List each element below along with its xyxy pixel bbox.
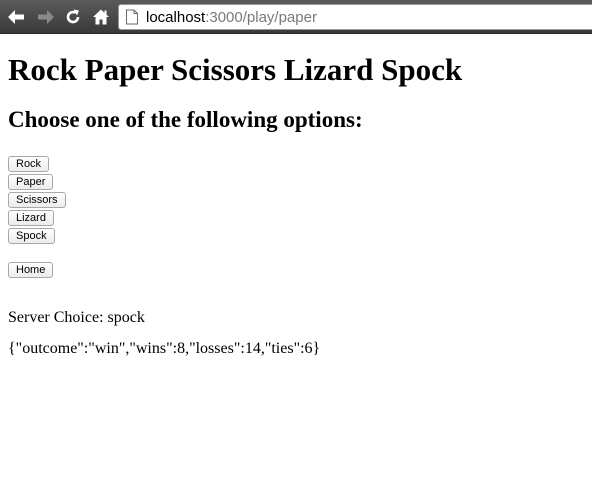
home-icon bbox=[93, 9, 109, 25]
reload-button[interactable] bbox=[63, 7, 83, 27]
page-subtitle: Choose one of the following options: bbox=[8, 107, 363, 132]
forward-button[interactable] bbox=[36, 7, 56, 27]
home-container: Home bbox=[8, 262, 54, 280]
address-bar[interactable]: localhost:3000/play/paper bbox=[118, 4, 592, 30]
spock-button[interactable]: Spock bbox=[8, 228, 55, 244]
server-choice-label: Server Choice: bbox=[8, 309, 108, 326]
arrow-right-icon bbox=[38, 10, 54, 24]
url-text: localhost:3000/play/paper bbox=[146, 9, 317, 26]
browser-toolbar: localhost:3000/play/paper bbox=[0, 0, 592, 34]
reload-icon bbox=[66, 9, 80, 24]
rock-button[interactable]: Rock bbox=[8, 156, 50, 172]
scissors-button[interactable]: Scissors bbox=[8, 192, 66, 208]
arrow-left-icon bbox=[8, 10, 24, 24]
result-json: {"outcome":"win","wins":8,"losses":14,"t… bbox=[8, 340, 321, 357]
home-nav-button[interactable] bbox=[91, 7, 111, 27]
option-list: Rock Paper Scissors Lizard Spock bbox=[8, 156, 66, 246]
page-title: Rock Paper Scissors Lizard Spock bbox=[8, 52, 463, 87]
paper-button[interactable]: Paper bbox=[8, 174, 54, 190]
server-choice-value: spock bbox=[107, 309, 145, 326]
lizard-button[interactable]: Lizard bbox=[8, 210, 54, 226]
home-button[interactable]: Home bbox=[8, 262, 54, 278]
url-path: :3000/play/paper bbox=[205, 8, 317, 26]
back-button[interactable] bbox=[6, 7, 26, 27]
server-choice: Server Choice: spock bbox=[8, 308, 145, 328]
page-icon bbox=[126, 9, 138, 25]
url-host: localhost bbox=[146, 8, 206, 26]
